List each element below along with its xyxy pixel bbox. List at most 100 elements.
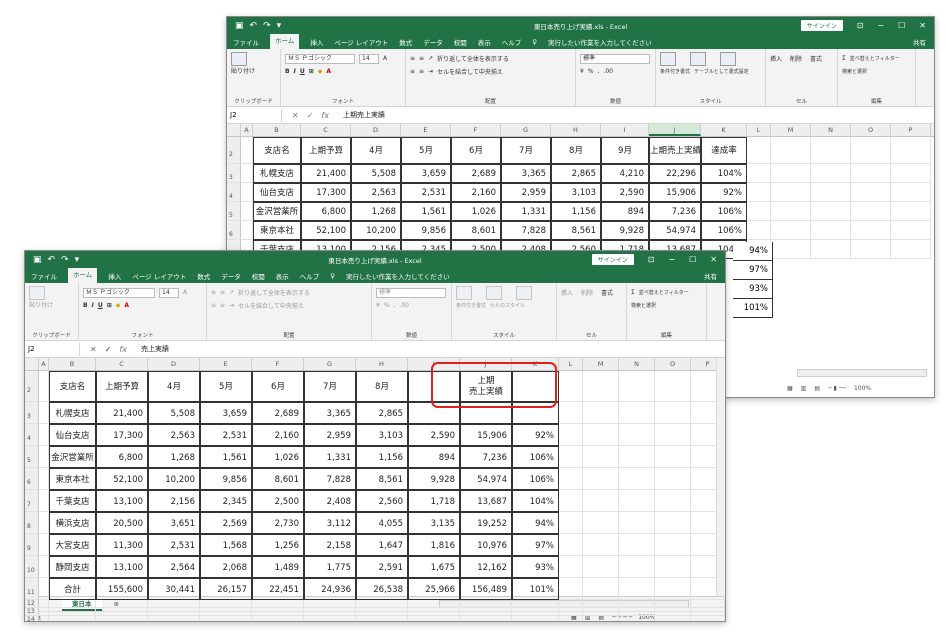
grid-cell[interactable]: 1,775 (304, 556, 356, 578)
grid-cell[interactable]: 25,966 (408, 578, 460, 600)
grid-cell[interactable]: 札幌支店 (49, 402, 96, 424)
grid-cell[interactable] (891, 137, 931, 164)
grid-cell[interactable] (39, 608, 49, 616)
paste-icon[interactable] (231, 52, 247, 66)
grid-cell[interactable]: 9,928 (601, 221, 649, 240)
grid-cell[interactable]: 2,590 (601, 183, 649, 202)
grid-cell[interactable]: 7,236 (460, 446, 512, 468)
font-color-icon[interactable]: A (124, 302, 129, 309)
grid-cell[interactable] (691, 608, 725, 616)
grid-cell[interactable]: 3,112 (304, 512, 356, 534)
font-size-select[interactable]: 14 (359, 53, 379, 64)
grid-cell[interactable]: 7,236 (649, 202, 701, 221)
fill-color-icon[interactable]: ◆ (318, 68, 323, 75)
grid-cell[interactable] (559, 608, 583, 616)
grid-cell[interactable]: 8,601 (252, 468, 304, 490)
grid-cell[interactable]: 7月 (501, 137, 551, 164)
grid-cell[interactable]: 7月 (304, 371, 356, 402)
grid-cell[interactable]: 2,500 (252, 490, 304, 512)
grid-cell[interactable]: 金沢営業所 (49, 446, 96, 468)
cell-style-icon[interactable] (720, 51, 736, 66)
name-box[interactable]: J2 (25, 342, 80, 356)
paste-icon[interactable] (29, 286, 45, 300)
grid-cell[interactable]: 2,564 (148, 556, 200, 578)
grid-cell[interactable]: 千葉支店 (49, 490, 96, 512)
grid-cell[interactable] (891, 183, 931, 202)
grid-cell[interactable]: 97% (512, 534, 559, 556)
grid-cell[interactable] (39, 556, 49, 578)
orientation-icon[interactable]: ↗ (229, 289, 234, 296)
column-header[interactable]: C (96, 358, 148, 370)
grid-cell[interactable]: 1,647 (356, 534, 408, 556)
number-format-select[interactable]: 標準 (580, 53, 650, 64)
column-header[interactable]: M (583, 358, 619, 370)
grid-cell[interactable]: 2,531 (200, 424, 252, 446)
tab-help[interactable]: ヘルプ (502, 37, 522, 47)
row-header[interactable]: 6 (25, 468, 39, 490)
share-button[interactable]: 共有 (704, 271, 725, 281)
table-format-icon[interactable] (690, 51, 706, 66)
align-top-icon[interactable]: ≡ (211, 289, 216, 296)
grid-cell[interactable]: 4,210 (601, 164, 649, 183)
grid-cell[interactable] (891, 164, 931, 183)
autosum-icon[interactable]: Σ (842, 55, 846, 62)
tab-insert[interactable]: 挿入 (310, 37, 323, 47)
grid-cell[interactable] (252, 608, 304, 616)
column-header[interactable]: B (253, 124, 301, 136)
grid-cell[interactable]: 東京本社 (49, 468, 96, 490)
tab-page-layout[interactable]: ページ レイアウト (132, 271, 186, 281)
grid-cell[interactable] (559, 578, 583, 600)
bold-icon[interactable]: B (83, 302, 88, 309)
grid-cell[interactable] (655, 468, 691, 490)
align-middle-icon[interactable]: ≡ (419, 55, 424, 62)
grid-cell[interactable]: 97% (733, 261, 773, 280)
grid-cell[interactable]: 2,865 (551, 164, 601, 183)
grid-cell[interactable]: 支店名 (49, 371, 96, 402)
select-all-corner[interactable] (25, 358, 39, 370)
redo-icon[interactable]: ↷ (61, 255, 69, 265)
grid-cell[interactable]: 2,689 (252, 402, 304, 424)
grid-cell[interactable] (655, 600, 691, 608)
grid-cell[interactable]: 106% (701, 202, 747, 221)
grid-cell[interactable] (559, 534, 583, 556)
grid-cell[interactable]: 金沢営業所 (253, 202, 301, 221)
column-header[interactable]: E (401, 124, 451, 136)
formula-input[interactable]: 売上実績 (137, 344, 169, 354)
grid-cell[interactable] (583, 446, 619, 468)
column-header[interactable]: N (811, 124, 851, 136)
merge-center-button[interactable]: セルを結合して中央揃え (437, 67, 503, 76)
grid-cell[interactable] (891, 221, 931, 240)
grid-cell[interactable]: 19,252 (460, 512, 512, 534)
grid-cell[interactable]: 12,162 (460, 556, 512, 578)
underline-icon[interactable]: U (98, 302, 103, 309)
column-header[interactable]: H (356, 358, 408, 370)
grid-cell[interactable]: 8,561 (356, 468, 408, 490)
grid-cell[interactable] (559, 424, 583, 446)
grid-cell[interactable]: 2,531 (148, 534, 200, 556)
grid-cell[interactable] (619, 402, 655, 424)
conditional-format-label[interactable]: 条件付き書式 (660, 68, 690, 75)
grid-cell[interactable] (771, 164, 811, 183)
font-color-icon[interactable]: A (326, 68, 331, 75)
grid-cell[interactable]: 3,365 (304, 402, 356, 424)
grid-cell[interactable]: 3,651 (148, 512, 200, 534)
grid-cell[interactable]: 5,508 (351, 164, 401, 183)
grid-cell[interactable]: 2,068 (200, 556, 252, 578)
grid-cell[interactable] (559, 490, 583, 512)
grid-cell[interactable] (655, 512, 691, 534)
grid-cell[interactable]: 1,256 (252, 534, 304, 556)
grid-cell[interactable]: 2,563 (351, 183, 401, 202)
grid-cell[interactable]: 達成率 (701, 137, 747, 164)
cancel-icon[interactable]: ✕ (292, 111, 299, 120)
grid-cell[interactable]: 30,441 (148, 578, 200, 600)
grid-cell[interactable] (559, 556, 583, 578)
row-header[interactable]: 11 (25, 578, 39, 600)
grid-cell[interactable] (891, 202, 931, 221)
grid-cell[interactable]: 静岡支店 (49, 556, 96, 578)
grid-cell[interactable]: 6月 (252, 371, 304, 402)
comma-icon[interactable]: , (394, 302, 396, 309)
grid-cell[interactable] (771, 137, 811, 164)
grid-cell[interactable]: 54,974 (460, 468, 512, 490)
align-left-icon[interactable]: ≡ (410, 68, 415, 75)
grid-cell[interactable] (619, 490, 655, 512)
